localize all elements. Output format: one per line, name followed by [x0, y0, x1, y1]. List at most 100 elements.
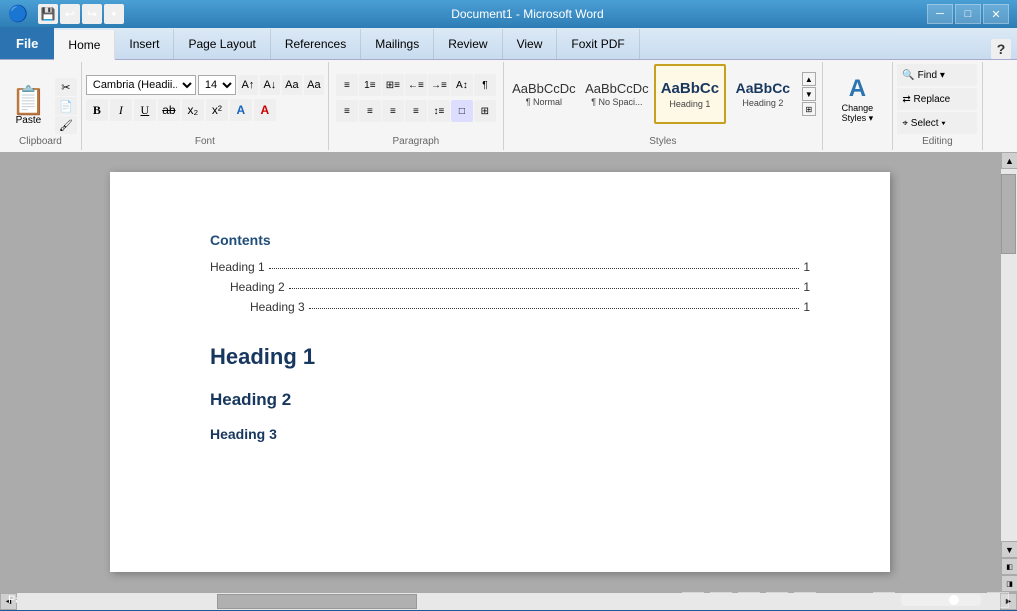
justify-button[interactable]: ≡: [405, 100, 427, 122]
font-color-button[interactable]: A: [254, 99, 276, 121]
paste-icon: 📋: [11, 87, 46, 115]
minimize-button[interactable]: ─: [927, 4, 953, 24]
line-spacing-button[interactable]: ↕≡: [428, 100, 450, 122]
superscript-button[interactable]: x²: [206, 99, 228, 121]
document-scroll-area[interactable]: Contents Heading 1 1 Heading 2 1 Heading…: [0, 152, 1000, 592]
cut-button[interactable]: ✂: [55, 78, 77, 96]
tab-insert[interactable]: Insert: [115, 29, 174, 59]
tab-file[interactable]: File: [0, 27, 54, 59]
window-title: Document1 - Microsoft Word: [128, 7, 927, 21]
tab-view[interactable]: View: [503, 29, 558, 59]
text-highlight-button[interactable]: A: [230, 99, 252, 121]
tab-mailings[interactable]: Mailings: [361, 29, 434, 59]
contents-title: Contents: [210, 232, 810, 248]
redo-button[interactable]: ↪: [82, 4, 102, 24]
styles-scroll-down[interactable]: ▼: [802, 87, 816, 101]
style-no-spacing-label: ¶ No Spaci...: [591, 97, 642, 107]
bullets-button[interactable]: ≡: [336, 74, 358, 96]
toc-dots-1: [269, 268, 800, 269]
find-button[interactable]: 🔍 Find ▾: [897, 64, 977, 86]
tab-page-layout[interactable]: Page Layout: [174, 29, 270, 59]
align-right-button[interactable]: ≡: [382, 100, 404, 122]
para-row-1: ≡ 1≡ ⊞≡ ←≡ →≡ A↕ ¶: [336, 74, 496, 96]
decrease-font-button[interactable]: A↓: [260, 75, 280, 95]
style-normal[interactable]: AaBbCcDc ¶ Normal: [508, 64, 580, 124]
change-styles-label: ChangeStyles ▾: [842, 103, 874, 124]
format-painter-button[interactable]: 🖌: [55, 116, 77, 134]
toc-entry-3: Heading 3 1: [250, 300, 810, 314]
change-styles-button[interactable]: A ChangeStyles ▾: [827, 70, 887, 129]
zoom-slider[interactable]: [901, 594, 981, 606]
copy-button[interactable]: 📄: [55, 97, 77, 115]
scroll-up-button[interactable]: ▲: [1001, 152, 1017, 169]
increase-font-button[interactable]: A↑: [238, 75, 258, 95]
text-effects-button[interactable]: Aa: [304, 75, 324, 95]
subscript-button[interactable]: x₂: [182, 99, 204, 121]
save-button[interactable]: 💾: [38, 4, 58, 24]
style-normal-label: ¶ Normal: [526, 97, 562, 107]
zoom-slider-thumb[interactable]: [949, 595, 959, 605]
borders-button[interactable]: ⊞: [474, 100, 496, 122]
font-group: Cambria (Headii... 14 A↑ A↓ Aa Aa B I U …: [82, 62, 329, 150]
heading2: Heading 2: [210, 390, 810, 410]
doc-scroll-and-vscroll: Contents Heading 1 1 Heading 2 1 Heading…: [0, 152, 1017, 592]
horizontal-scrollbar: ◄ ►: [0, 592, 1017, 609]
hscroll-track[interactable]: [17, 593, 1000, 610]
bold-button[interactable]: B: [86, 99, 108, 121]
document-page[interactable]: Contents Heading 1 1 Heading 2 1 Heading…: [110, 172, 890, 572]
toc-page-3: 1: [803, 300, 810, 314]
styles-expand[interactable]: ⊞: [802, 102, 816, 116]
style-heading2[interactable]: AaBbCc Heading 2: [727, 64, 799, 124]
paste-button[interactable]: 📋 Paste: [4, 84, 53, 129]
strikethrough-button[interactable]: ab: [158, 99, 180, 121]
show-formatting-button[interactable]: ¶: [474, 74, 496, 96]
multilevel-list-button[interactable]: ⊞≡: [382, 74, 404, 96]
change-styles-group: A ChangeStyles ▾: [823, 62, 893, 150]
change-styles-content: A ChangeStyles ▾: [827, 64, 887, 134]
font-name-select[interactable]: Cambria (Headii...: [86, 75, 196, 95]
heading1: Heading 1: [210, 344, 810, 370]
align-left-button[interactable]: ≡: [336, 100, 358, 122]
style-heading2-preview: AaBbCc: [736, 80, 790, 97]
tab-foxit-pdf[interactable]: Foxit PDF: [557, 29, 639, 59]
styles-grid: AaBbCcDc ¶ Normal AaBbCcDc ¶ No Spaci...…: [508, 64, 818, 124]
underline-button[interactable]: U: [134, 99, 156, 121]
quick-access-dropdown[interactable]: ▾: [104, 4, 124, 24]
italic-button[interactable]: I: [110, 99, 132, 121]
quick-access-toolbar: 💾 ↩ ↪ ▾: [34, 4, 128, 24]
scroll-corner-2[interactable]: ◨: [1001, 575, 1017, 592]
hscroll-thumb[interactable]: [217, 594, 417, 609]
scroll-thumb[interactable]: [1001, 174, 1016, 254]
numbering-button[interactable]: 1≡: [359, 74, 381, 96]
tab-review[interactable]: Review: [434, 29, 502, 59]
clipboard-group: 📋 Paste ✂ 📄 🖌 Clipboard: [0, 62, 82, 150]
style-heading1[interactable]: AaBbCc Heading 1: [654, 64, 726, 124]
styles-scroll-up[interactable]: ▲: [802, 72, 816, 86]
tab-home[interactable]: Home: [54, 30, 115, 60]
sort-button[interactable]: A↕: [451, 74, 473, 96]
select-button[interactable]: ⌖ Select ▾: [897, 112, 977, 134]
scroll-down-button[interactable]: ▼: [1001, 541, 1017, 558]
maximize-button[interactable]: □: [955, 4, 981, 24]
para-row-2: ≡ ≡ ≡ ≡ ↕≡ □ ⊞: [336, 100, 496, 122]
scroll-track[interactable]: [1001, 169, 1017, 541]
align-center-button[interactable]: ≡: [359, 100, 381, 122]
tab-references[interactable]: References: [271, 29, 361, 59]
increase-indent-button[interactable]: →≡: [428, 74, 450, 96]
vertical-scrollbar: ▲ ▼ ◧ ◨: [1000, 152, 1017, 592]
toc-text-1: Heading 1: [210, 260, 265, 274]
decrease-indent-button[interactable]: ←≡: [405, 74, 427, 96]
help-button[interactable]: ?: [991, 39, 1011, 59]
replace-button[interactable]: ⇄ Replace: [897, 88, 977, 110]
undo-button[interactable]: ↩: [60, 4, 80, 24]
clear-format-button[interactable]: Aa: [282, 75, 302, 95]
font-row-2: B I U ab x₂ x² A A: [86, 99, 324, 121]
styles-group: AaBbCcDc ¶ Normal AaBbCcDc ¶ No Spaci...…: [504, 62, 823, 150]
style-no-spacing[interactable]: AaBbCcDc ¶ No Spaci...: [581, 64, 653, 124]
close-button[interactable]: ✕: [983, 4, 1009, 24]
font-size-select[interactable]: 14: [198, 75, 236, 95]
toc-entry-2: Heading 2 1: [230, 280, 810, 294]
toc-dots-3: [309, 308, 800, 309]
shading-button[interactable]: □: [451, 100, 473, 122]
scroll-corner-1[interactable]: ◧: [1001, 558, 1017, 575]
